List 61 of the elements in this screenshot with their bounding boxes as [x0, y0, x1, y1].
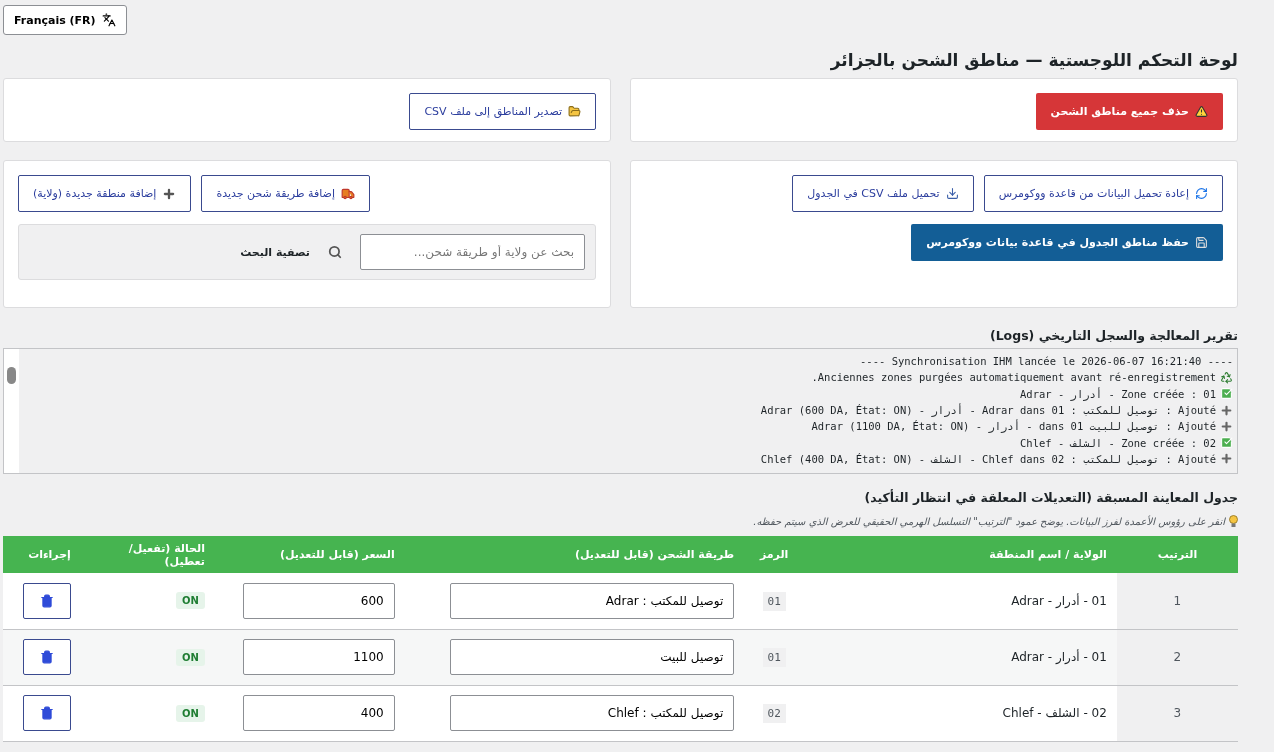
trash-icon	[39, 593, 54, 608]
upload-button[interactable]: تحميل ملف CSV في الجدول	[792, 175, 974, 212]
code-chip: 01	[762, 591, 786, 611]
delete-button[interactable]	[22, 639, 71, 675]
method-field[interactable]: توصيل للمكتب : Adrar	[450, 582, 735, 619]
log-line: ---- Synchronisation IHM lancée le 2026-06-07 16:21:40 ----	[860, 355, 1233, 368]
zone-cell: 01 - أدرار - Adrar	[804, 629, 1117, 685]
plus-icon	[162, 186, 177, 201]
trash-icon	[39, 706, 54, 720]
delete-button[interactable]	[22, 695, 71, 731]
status-badge[interactable]: ON	[176, 592, 205, 610]
search-label: تصفية البحث	[240, 245, 310, 259]
code-chip: 01	[762, 648, 786, 667]
recycle-icon	[1220, 370, 1233, 384]
search-icon	[328, 245, 342, 259]
truck-icon	[341, 186, 355, 201]
delete-all-button[interactable]: حذف جميع مناطق الشحن	[1035, 93, 1223, 130]
log-line: 02 : Zone créée - الشلف - Chlef	[1020, 436, 1216, 449]
delete-button[interactable]	[22, 582, 71, 619]
scrollbar[interactable]	[4, 349, 19, 473]
reload-button[interactable]: إعادة تحميل البيانات من قاعدة ووكومرس	[983, 175, 1223, 212]
order-cell: 3	[1116, 685, 1238, 741]
price-field[interactable]: 1100	[242, 639, 395, 675]
order-cell: 2	[1116, 629, 1238, 685]
trash-icon	[39, 650, 54, 664]
log-line: 01 : Zone créée - أدرار - Adrar	[1020, 387, 1216, 400]
page-title: لوحة التحكم اللوجستية — مناطق الشحن بالجزائر	[829, 50, 1238, 70]
lightbulb-icon	[1229, 515, 1238, 528]
method-field[interactable]: توصيل للبيت	[450, 639, 735, 675]
plus-icon	[1220, 419, 1233, 433]
floppy-icon	[1195, 236, 1208, 249]
log-line: Ajouté : توصيل للبيت dans 01 - أدرار - Adrar (1100 DA, État: ON)	[811, 420, 1216, 433]
check-icon	[1220, 436, 1233, 450]
check-icon	[1220, 387, 1233, 401]
plus-icon	[1220, 452, 1233, 466]
status-badge[interactable]: ON	[176, 704, 205, 722]
tray-icon	[945, 187, 959, 200]
method-field[interactable]: توصيل للمكتب : Chlef	[450, 695, 735, 731]
refresh-icon	[1195, 187, 1208, 200]
language-button[interactable]: Français (FR)	[3, 5, 127, 35]
code-chip: 02	[762, 704, 786, 723]
folder-icon	[568, 105, 581, 118]
add-zone-button[interactable]: إضافة منطقة جديدة (ولاية)	[18, 175, 192, 212]
status-badge[interactable]: ON	[176, 648, 205, 666]
zone-cell: 01 - أدرار - Adrar	[804, 573, 1117, 629]
preview-title: جدول المعاينة المسبقة (التعديلات المعلقة في انتظار التأكيد)	[863, 490, 1238, 505]
log-line: Anciennes zones purgées automatiquement avant ré-enregistrement.	[811, 371, 1216, 384]
warning-icon	[1195, 105, 1208, 118]
order-cell: 1	[1116, 573, 1238, 629]
zone-cell: 02 - الشلف - Chlef	[804, 685, 1117, 741]
plus-icon	[1220, 403, 1233, 417]
log-line: Ajouté : توصيل للمكتب : Adrar dans 01 - أدرار - Adrar (600 DA, État: ON)	[760, 404, 1216, 417]
export-button[interactable]: تصدير المناطق إلى ملف CSV	[409, 93, 596, 130]
save-button[interactable]: حفظ مناطق الجدول في قاعدة بيانات ووكومرس	[911, 224, 1223, 261]
log-line: Ajouté : توصيل للمكتب : Chlef dans 02 - الشلف - Chlef (400 DA, État: ON)	[760, 452, 1216, 465]
price-field[interactable]: 600	[242, 582, 395, 619]
logs-title: تقرير المعالجة والسجل التاريخي (Logs)	[988, 328, 1238, 343]
translate-icon	[101, 13, 116, 27]
hint-text: انقر على رؤوس الأعمدة لفرز البيانات. يوضح عمود "الترتيب" التسلسل الهرمي الحقيقي للعرض الذي سيتم حفظه.	[753, 516, 1225, 527]
add-method-button[interactable]: إضافة طريقة شحن جديدة	[201, 175, 370, 212]
price-field[interactable]: 400	[242, 695, 395, 731]
